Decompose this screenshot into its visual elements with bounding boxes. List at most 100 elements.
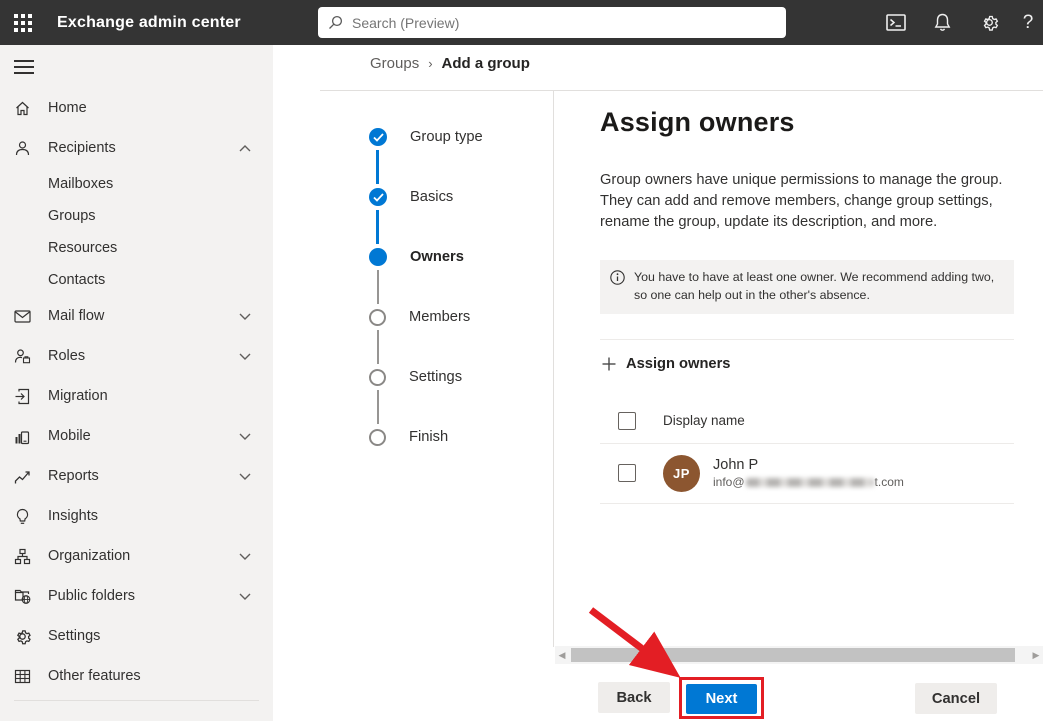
- chevron-down-icon: [239, 313, 251, 320]
- gear-icon[interactable]: [966, 0, 1013, 45]
- app-launcher-button[interactable]: [0, 0, 45, 45]
- step-current-icon: [369, 248, 387, 266]
- search-icon: [329, 15, 343, 29]
- select-all-checkbox[interactable]: [618, 411, 636, 430]
- top-bar: Exchange admin center ?: [0, 0, 1043, 45]
- exchange-admin-center-window: Exchange admin center ? Home: [0, 0, 1043, 721]
- wizard-step-members[interactable]: Members: [369, 307, 470, 327]
- sidebar-item-reports[interactable]: Reports: [0, 456, 273, 496]
- lightbulb-icon: [14, 508, 31, 525]
- wizard-step-owners[interactable]: Owners: [369, 247, 464, 267]
- email-prefix: info@: [713, 475, 745, 490]
- column-header-display-name: Display name: [663, 413, 745, 429]
- step-label: Members: [409, 309, 471, 325]
- sidebar-item-resources[interactable]: Resources: [0, 232, 273, 264]
- page-title: Assign owners: [600, 107, 795, 137]
- sidebar-item-contacts[interactable]: Contacts: [0, 264, 273, 296]
- step-upcoming-icon: [369, 368, 386, 386]
- sidebar-item-label: Contacts: [48, 272, 106, 288]
- hamburger-icon: [14, 56, 34, 78]
- nav-collapse-button[interactable]: [0, 45, 273, 88]
- step-connector: [376, 210, 379, 244]
- sidebar-item-mailboxes[interactable]: Mailboxes: [0, 168, 273, 200]
- sidebar-item-roles[interactable]: Roles: [0, 336, 273, 376]
- sidebar-item-label: Mail flow: [48, 308, 105, 324]
- sidebar-item-label: Resources: [48, 240, 118, 256]
- chevron-down-icon: [239, 473, 251, 480]
- sidebar-item-settings[interactable]: Settings: [0, 616, 273, 656]
- wizard-step-finish[interactable]: Finish: [369, 427, 448, 447]
- scroll-right-arrow-icon[interactable]: ▶: [1029, 650, 1043, 661]
- sidebar-item-migration[interactable]: Migration: [0, 376, 273, 416]
- assign-owners-button[interactable]: Assign owners: [600, 352, 732, 376]
- sidebar-item-organization[interactable]: Organization: [0, 536, 273, 576]
- terminal-icon[interactable]: [872, 0, 919, 45]
- scrollbar-thumb[interactable]: [571, 648, 1015, 662]
- sidebar-item-groups[interactable]: Groups: [0, 200, 273, 232]
- step-completed-icon: [369, 188, 387, 206]
- sidebar-item-mail-flow[interactable]: Mail flow: [0, 296, 273, 336]
- sidebar-item-label: Reports: [48, 468, 99, 484]
- sidebar-item-label: Other features: [48, 668, 141, 684]
- wizard-step-basics[interactable]: Basics: [369, 187, 453, 207]
- email-redacted-blur: [745, 477, 874, 487]
- section-divider: [600, 338, 1014, 340]
- sidebar-item-other-features[interactable]: Other features: [0, 656, 273, 696]
- main-panel: Assign owners Group owners have unique p…: [600, 91, 1014, 504]
- sidebar-item-insights[interactable]: Insights: [0, 496, 273, 536]
- wizard-step-group-type[interactable]: Group type: [369, 127, 483, 147]
- breadcrumb-groups-link[interactable]: Groups: [370, 55, 419, 72]
- horizontal-scrollbar[interactable]: ◀ ▶: [555, 646, 1043, 664]
- chevron-down-icon: [239, 553, 251, 560]
- search-input[interactable]: [352, 14, 776, 31]
- sidebar-item-label: Mailboxes: [48, 176, 114, 192]
- org-chart-icon: [14, 548, 31, 565]
- step-connector: [377, 330, 379, 364]
- sidebar-item-label: Recipients: [48, 140, 116, 156]
- sidebar-item-public-folders[interactable]: Public folders: [0, 576, 273, 616]
- cancel-button[interactable]: Cancel: [915, 683, 997, 714]
- grid-icon: [14, 668, 31, 685]
- wizard-panel-divider: [553, 91, 554, 647]
- sidebar-item-home[interactable]: Home: [0, 88, 273, 128]
- sidebar-item-label: Migration: [48, 388, 108, 404]
- assign-owners-button-label: Assign owners: [626, 355, 731, 372]
- chevron-down-icon: [239, 433, 251, 440]
- table-divider: [600, 502, 1014, 504]
- row-checkbox[interactable]: [618, 464, 636, 483]
- next-button[interactable]: Next: [686, 684, 757, 714]
- scroll-left-arrow-icon[interactable]: ◀: [555, 650, 569, 661]
- step-connector: [376, 150, 379, 184]
- person-badge-icon: [14, 348, 31, 365]
- step-label: Basics: [410, 189, 454, 205]
- scrollbar-track[interactable]: [569, 648, 1029, 662]
- search-box[interactable]: [318, 7, 786, 38]
- sidebar-item-mobile[interactable]: Mobile: [0, 416, 273, 456]
- sidebar-item-recipients[interactable]: Recipients: [0, 128, 273, 168]
- person-email: info@ t.com: [713, 475, 904, 489]
- person-icon: [14, 140, 31, 157]
- folder-globe-icon: [14, 588, 31, 605]
- wizard-step-settings[interactable]: Settings: [369, 367, 462, 387]
- sidebar-item-label: Settings: [48, 628, 101, 644]
- info-icon: [610, 269, 625, 305]
- app-launcher-icon: [13, 13, 32, 32]
- line-chart-icon: [14, 468, 31, 485]
- app-title: Exchange admin center: [57, 13, 241, 31]
- step-label: Owners: [410, 249, 464, 265]
- info-banner: You have to have at least one owner. We …: [600, 259, 1014, 314]
- help-icon[interactable]: ?: [1013, 0, 1043, 45]
- sidebar-item-label: Organization: [48, 548, 131, 564]
- mobile-icon: [14, 428, 31, 445]
- chevron-up-icon: [239, 144, 251, 152]
- breadcrumb-separator: ›: [428, 56, 433, 71]
- sidebar-item-label: Home: [48, 100, 87, 116]
- back-button[interactable]: Back: [598, 682, 670, 713]
- migration-icon: [14, 388, 31, 405]
- home-icon: [14, 100, 31, 117]
- step-connector: [377, 270, 379, 304]
- table-row[interactable]: JP John P info@ t.com: [600, 444, 1014, 503]
- bell-icon[interactable]: [919, 0, 966, 45]
- sidebar-item-label: Public folders: [48, 588, 136, 604]
- breadcrumb: Groups › Add a group: [370, 55, 530, 72]
